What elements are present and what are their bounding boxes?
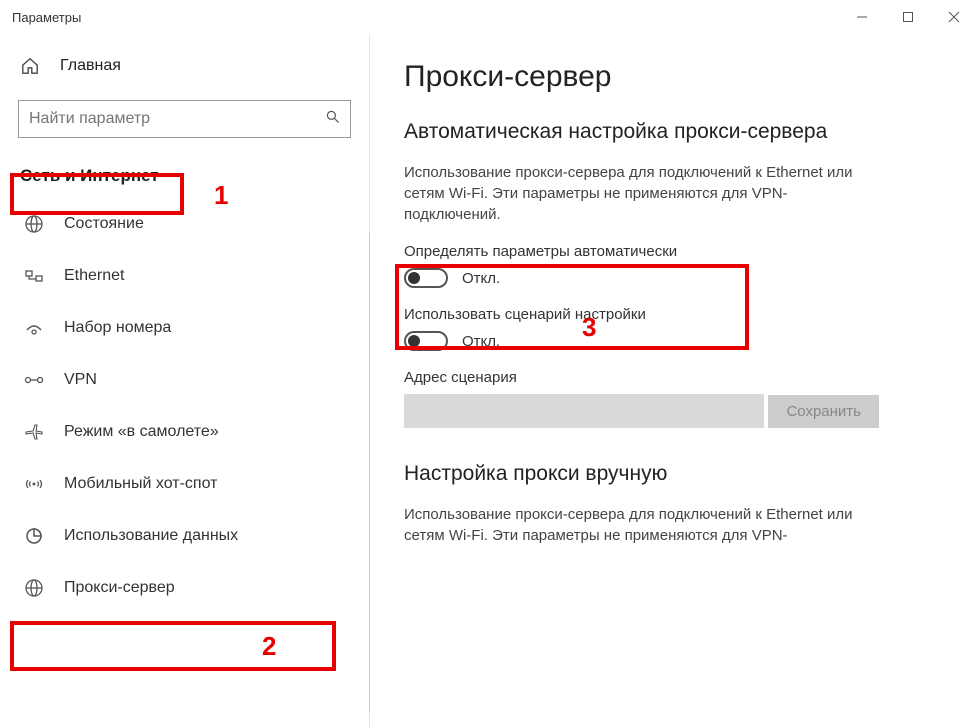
- vertical-divider: [369, 233, 370, 713]
- toggle-state-label: Откл.: [462, 333, 500, 350]
- vpn-icon: [24, 370, 44, 390]
- use-script-toggle[interactable]: [404, 331, 448, 351]
- minimize-button[interactable]: [839, 0, 885, 34]
- globe-icon: [24, 214, 44, 234]
- use-script-setting: Использовать сценарий настройки Откл.: [404, 306, 947, 351]
- save-button[interactable]: Сохранить: [768, 395, 879, 428]
- content-area: Главная Сеть и Интернет Состояние Et: [0, 34, 977, 728]
- sidebar-item-label: Прокси-сервер: [64, 579, 175, 597]
- sidebar-item-label: Набор номера: [64, 319, 171, 337]
- section-auto-heading: Автоматическая настройка прокси-сервера: [404, 120, 947, 144]
- sidebar-item-hotspot[interactable]: Мобильный хот-спот: [0, 458, 369, 510]
- maximize-button[interactable]: [885, 0, 931, 34]
- sidebar-item-proxy[interactable]: Прокси-сервер: [0, 562, 369, 614]
- toggle-state-label: Откл.: [462, 270, 500, 287]
- auto-detect-toggle-row: Откл.: [404, 268, 947, 288]
- use-script-label: Использовать сценарий настройки: [404, 306, 947, 323]
- section-manual-heading: Настройка прокси вручную: [404, 462, 947, 486]
- dialup-icon: [24, 318, 44, 338]
- sidebar-item-ethernet[interactable]: Ethernet: [0, 250, 369, 302]
- auto-detect-label: Определять параметры автоматически: [404, 243, 947, 260]
- sidebar: Главная Сеть и Интернет Состояние Et: [0, 34, 370, 728]
- sidebar-item-data-usage[interactable]: Использование данных: [0, 510, 369, 562]
- auto-detect-setting: Определять параметры автоматически Откл.: [404, 243, 947, 288]
- search-icon: [316, 109, 350, 130]
- sidebar-item-label: Ethernet: [64, 267, 124, 285]
- sidebar-item-label: VPN: [64, 371, 97, 389]
- close-button[interactable]: [931, 0, 977, 34]
- sidebar-item-label: Использование данных: [64, 527, 238, 545]
- sidebar-item-vpn[interactable]: VPN: [0, 354, 369, 406]
- home-button[interactable]: Главная: [0, 42, 369, 90]
- data-usage-icon: [24, 526, 44, 546]
- settings-window: Параметры Главная С: [0, 0, 977, 728]
- use-script-toggle-row: Откл.: [404, 331, 947, 351]
- home-icon: [20, 56, 40, 76]
- sidebar-item-label: Режим «в самолете»: [64, 423, 219, 441]
- script-address-input[interactable]: [404, 394, 764, 428]
- hotspot-icon: [24, 474, 44, 494]
- section-manual-desc: Использование прокси-сервера для подключ…: [404, 504, 864, 546]
- ethernet-icon: [24, 266, 44, 286]
- sidebar-item-label: Состояние: [64, 215, 144, 233]
- section-auto-desc: Использование прокси-сервера для подключ…: [404, 162, 864, 225]
- page-title: Прокси-сервер: [404, 60, 947, 94]
- category-header: Сеть и Интернет: [0, 152, 179, 198]
- main-panel: Прокси-сервер Автоматическая настройка п…: [370, 34, 977, 728]
- auto-detect-toggle[interactable]: [404, 268, 448, 288]
- script-address-label: Адрес сценария: [404, 369, 947, 386]
- home-label: Главная: [60, 57, 121, 75]
- sidebar-item-label: Мобильный хот-спот: [64, 475, 217, 493]
- sidebar-item-status[interactable]: Состояние: [0, 198, 369, 250]
- search-input[interactable]: [19, 110, 316, 128]
- search-box[interactable]: [18, 100, 351, 138]
- airplane-icon: [24, 422, 44, 442]
- titlebar: Параметры: [0, 0, 977, 34]
- globe-icon: [24, 578, 44, 598]
- window-title: Параметры: [12, 10, 81, 25]
- sidebar-item-airplane[interactable]: Режим «в самолете»: [0, 406, 369, 458]
- sidebar-item-dialup[interactable]: Набор номера: [0, 302, 369, 354]
